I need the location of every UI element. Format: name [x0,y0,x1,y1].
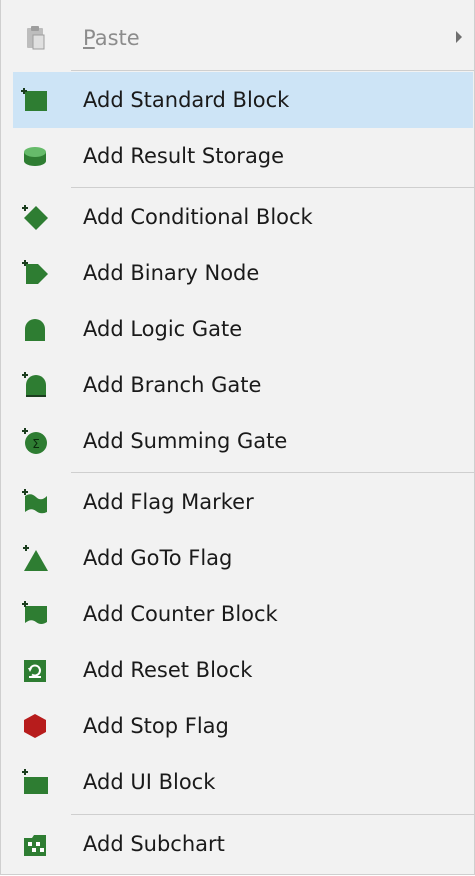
paste-icon [21,24,49,52]
menu-item-add-summing-gate[interactable]: Σ Add Summing Gate [1,413,474,469]
menu-item-paste[interactable]: Paste [1,10,474,66]
menu-item-label: Add UI Block [83,770,216,794]
menu-separator [71,472,474,473]
menu-item-label: Add Logic Gate [83,317,243,341]
menu-item-label: Add Counter Block [83,602,278,626]
ui-block-icon [21,768,49,796]
menu-item-label: Add GoTo Flag [83,546,233,570]
menu-separator [71,187,474,188]
branch-gate-icon [21,371,49,399]
stop-flag-icon [21,712,49,740]
menu-item-label: Add Flag Marker [83,490,254,514]
menu-item-add-flag-marker[interactable]: Add Flag Marker [1,474,474,530]
menu-item-label: Add Result Storage [83,144,285,168]
menu-item-add-subchart[interactable]: Add Subchart [1,816,474,872]
goto-flag-icon [21,544,49,572]
submenu-arrow-icon [456,31,462,43]
standard-block-icon [21,86,49,114]
menu-item-label: Add Subchart [83,832,225,856]
menu-item-add-counter-block[interactable]: Add Counter Block [1,586,474,642]
menu-separator [71,814,474,815]
menu-item-label: Paste [83,26,140,50]
menu-item-label: Add Branch Gate [83,373,262,397]
menu-item-label: Add Standard Block [83,88,290,112]
counter-block-icon [21,600,49,628]
reset-block-icon [21,656,49,684]
menu-item-add-stop-flag[interactable]: Add Stop Flag [1,698,474,754]
menu-item-add-goto-flag[interactable]: Add GoTo Flag [1,530,474,586]
menu-item-label: Add Reset Block [83,658,253,682]
menu-item-add-ui-block[interactable]: Add UI Block [1,754,474,810]
result-storage-icon [21,142,49,170]
svg-text:Σ: Σ [32,437,40,451]
binary-node-icon [21,259,49,287]
subchart-icon [21,830,49,858]
menu-item-label: Add Conditional Block [83,205,313,229]
menu-item-add-logic-gate[interactable]: Add Logic Gate [1,301,474,357]
menu-item-label: Add Stop Flag [83,714,229,738]
menu-item-add-result-storage[interactable]: Add Result Storage [1,128,474,184]
flag-marker-icon [21,488,49,516]
menu-item-label: Add Binary Node [83,261,260,285]
summing-gate-icon: Σ [21,427,49,455]
menu-item-add-reset-block[interactable]: Add Reset Block [1,642,474,698]
menu-item-add-branch-gate[interactable]: Add Branch Gate [1,357,474,413]
logic-gate-icon [21,315,49,343]
menu-item-add-standard-block[interactable]: Add Standard Block [13,72,473,128]
conditional-block-icon [21,203,49,231]
context-menu: Paste Add Standard Block Add Result Stor… [0,0,475,875]
menu-item-add-conditional-block[interactable]: Add Conditional Block [1,189,474,245]
menu-item-add-binary-node[interactable]: Add Binary Node [1,245,474,301]
menu-item-label: Add Summing Gate [83,429,288,453]
menu-separator [71,70,474,71]
